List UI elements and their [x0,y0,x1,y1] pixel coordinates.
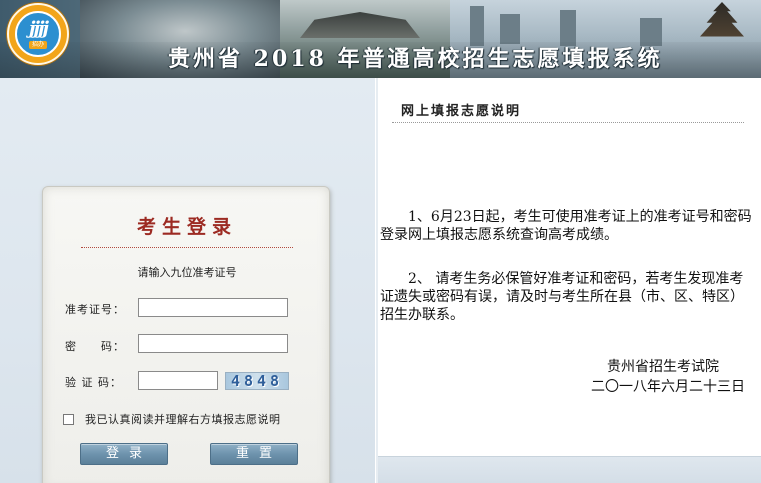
login-hint: 请输入九位准考证号 [137,266,237,279]
reset-button[interactable]: 重置 [210,443,298,465]
login-button[interactable]: 登录 [80,443,168,465]
notice-paragraph: 1、6月23日起，考生可使用准考证上的准考证号和密码登录网上填报志愿系统查询高考… [380,209,752,243]
password-label: 密 码： [65,340,125,353]
password-input[interactable] [138,334,288,353]
notice-paragraph: 2、 请考生务必保管好准考证和密码，若考生发现准考证遗失或密码有误，请及时与考生… [380,271,744,323]
captcha-label: 验 证 码： [65,376,122,389]
logo-center: jjjj 招办 [15,11,61,57]
login-divider [81,247,293,248]
agree-label[interactable]: 我已认真阅读并理解右方填报志愿说明 [85,411,281,427]
notice-signature-org: 贵州省招生考试院 [607,359,719,375]
footer-band [378,456,761,483]
banner-tower [500,14,520,44]
login-panel: 考生登录 请输入九位准考证号 准考证号： 密 码： 验 证 码： 4848 我已… [42,186,330,483]
login-area: 考生登录 请输入九位准考证号 准考证号： 密 码： 验 证 码： 4848 我已… [0,78,375,483]
jjjj-logo-icon: jjjj 招办 [7,3,69,65]
header-banner: 贵州省 2018 年普通高校招生志愿填报系统 jjjj 招办 [0,0,761,78]
exam-number-input[interactable] [138,298,288,317]
logo-mark: jjjj [28,17,49,39]
captcha-input[interactable] [138,371,218,390]
captcha-image[interactable]: 4848 [225,372,289,390]
logo-sub-text: 招办 [28,40,47,49]
login-title: 考生登录 [136,216,237,238]
notice-signature-date: 二〇一八年六月二十三日 [591,379,745,395]
agree-checkbox[interactable] [63,414,74,425]
banner-tower [470,6,484,46]
notice-panel: 网上填报志愿说明 1、6月23日起，考生可使用准考证上的准考证号和密码登录网上填… [378,78,761,456]
notice-divider [392,122,744,123]
page-title: 贵州省 2018 年普通高校招生志愿填报系统 [168,46,663,72]
exam-number-label: 准考证号： [65,303,125,316]
notice-title: 网上填报志愿说明 [401,104,522,119]
